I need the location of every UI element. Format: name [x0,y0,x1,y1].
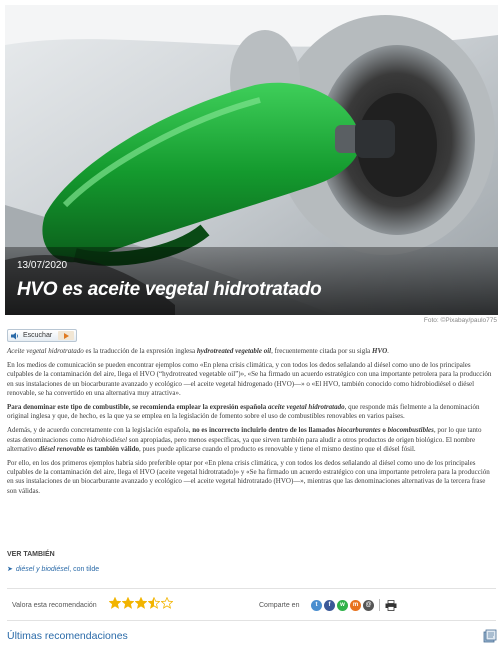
star-icon[interactable] [122,597,134,609]
whatsapp-icon[interactable]: w [337,599,348,611]
text: es también válido [85,444,140,453]
star-icon[interactable] [135,597,147,609]
rating-stars[interactable] [109,597,173,609]
email-icon[interactable]: @ [363,599,374,611]
divider [7,620,496,621]
text: no es incorrecto incluirlo dentro de los… [192,426,338,435]
meneame-icon[interactable]: m [350,599,361,611]
paragraph-5: Por ello, en los dos primeros ejemplos h… [7,459,490,495]
share-label: Comparte en [259,602,300,609]
facebook-icon[interactable]: f [324,599,335,611]
term-italic: biocarburantes [337,426,381,435]
image-credit: Foto: ©Pixabay/paulo775 [423,317,497,324]
star-icon[interactable] [109,597,121,609]
link-text-italic[interactable]: diésel y biodiésel [16,566,69,573]
term-italic: hidrobiodiésel [86,435,128,444]
see-also-heading: VER TAMBIÉN [7,551,55,558]
paragraph-4: Además, y de acuerdo concretamente con l… [7,426,496,454]
term-italic: diésel renovable [38,444,86,453]
play-icon[interactable] [58,331,74,340]
text: Además, y de acuerdo concretamente con l… [7,426,193,435]
text: , pues puede aplicarse cuando el product… [139,444,416,453]
document-icon[interactable] [483,629,497,643]
term-english: hydrotreated vegetable oil [196,347,272,355]
text: es la traducción de la expresión inglesa [83,347,197,355]
hero-image: 13/07/2020 HVO es aceite vegetal hidrotr… [5,5,498,315]
listen-label: Escuchar [23,332,53,339]
term-italic: Aceite vegetal hidrotratado [7,347,84,355]
text: , frecuentemente citada por su sigla [271,347,372,355]
print-icon[interactable] [385,599,397,611]
paragraph-2: En los medios de comunicación se pueden … [7,361,492,397]
text: . [387,347,389,355]
link-text[interactable]: , con tilde [69,566,99,573]
rating-label: Valora esta recomendación [12,602,97,609]
listen-button[interactable]: Escuchar [7,329,77,342]
article-body: Aceite vegetal hidrotratado es la traduc… [7,347,496,501]
twitter-icon[interactable]: t [311,599,322,611]
star-icon[interactable] [161,597,173,609]
article-date: 13/07/2020 [17,260,68,271]
divider [7,588,496,589]
article-title: HVO es aceite vegetal hidrotratado [17,279,322,300]
speaker-icon [11,332,19,339]
see-also-link[interactable]: ➤ diésel y biodiésel, con tilde [7,565,99,573]
term-italic: aceite vegetal hidrotratado [268,403,345,412]
star-icon[interactable] [148,597,160,609]
term-italic: biocombustibles [387,426,434,435]
share-icons: t f w m @ [311,599,397,611]
latest-recommendations-heading[interactable]: Últimas recomendaciones [7,630,128,642]
text: Para denominar este tipo de combustible,… [7,403,268,412]
arrow-right-icon: ➤ [7,566,13,573]
paragraph-1: Aceite vegetal hidrotratado es la traduc… [7,347,496,356]
separator [379,599,380,611]
acronym: HVO [372,347,388,355]
paragraph-3: Para denominar este tipo de combustible,… [7,403,496,421]
text: o [380,426,388,435]
